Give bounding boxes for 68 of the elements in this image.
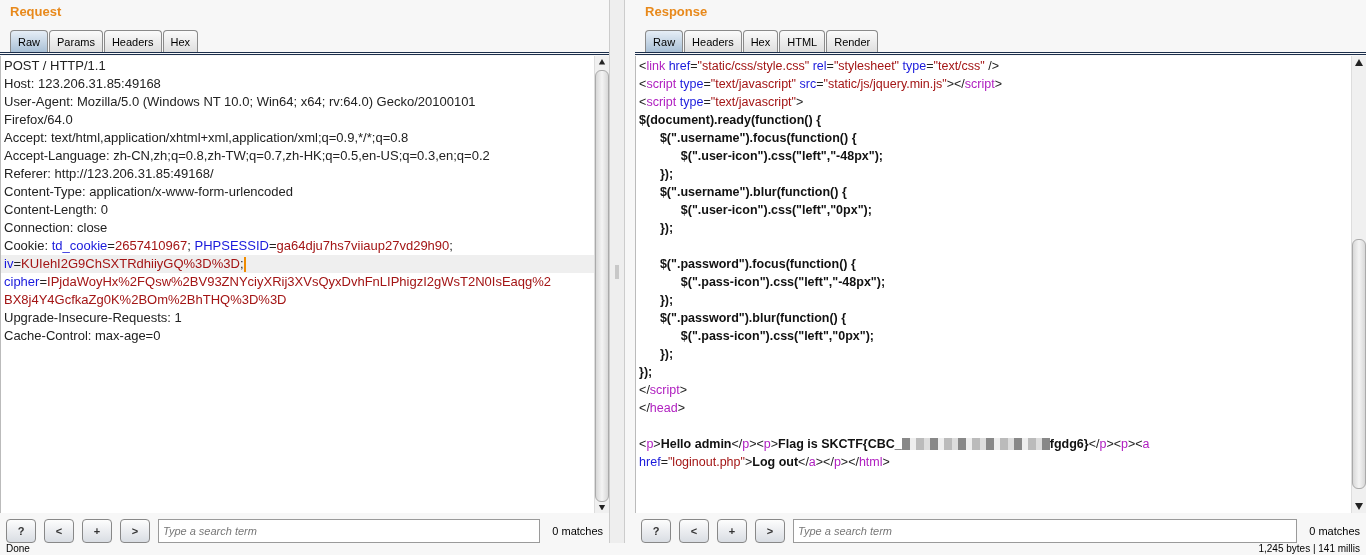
code-line: <script type="text/javascript"> (638, 94, 805, 111)
search-nav-button[interactable]: + (717, 518, 748, 543)
search-field[interactable]: Type a search term (158, 518, 541, 543)
search-nav-button[interactable]: < (679, 518, 710, 543)
code-line: href="loginout.php">Log out</a></p></html> (638, 454, 891, 471)
code-line: <p>Hello admin</p><p>Flag is SKCTF{CBC_ fgdg6}</p><p><a (638, 436, 1151, 453)
code-line: Cache-Control: max-age=0 (3, 327, 162, 345)
search-nav-button[interactable]: + (82, 518, 112, 543)
code-line: Connection: close (3, 219, 109, 237)
code-line: User-Agent: Mozilla/5.0 (Windows NT 10.0; Win64; x64; rv:64.0) Gecko/20100101 (3, 93, 477, 111)
code-line: $(".username").focus(function() { (658, 130, 858, 147)
code-line: $(".username").blur(function() { (658, 184, 848, 201)
pane-title: Response (644, 3, 709, 21)
scrollbar[interactable] (1351, 56, 1366, 513)
code-line: $(document).ready(function() { (638, 112, 823, 129)
search-field[interactable]: Type a search term (793, 518, 1298, 543)
code-line: POST / HTTP/1.1 (3, 57, 107, 75)
code-line: $(".password").focus(function() { (658, 256, 857, 273)
code-line: Content-Type: application/x-www-form-urlencoded (3, 183, 294, 201)
search-nav-button[interactable]: ? (6, 518, 36, 543)
tab[interactable]: Hex (742, 30, 779, 52)
tab[interactable]: Hex (162, 30, 199, 52)
code-line: Content-Length: 0 (3, 201, 110, 219)
pane-title: Request (9, 3, 63, 21)
match-count: 0 matches (552, 524, 604, 537)
match-count: 0 matches (1309, 524, 1360, 537)
code-line: $(".user-icon").css("left","0px"); (679, 202, 873, 219)
scroll-up-arrow-icon[interactable] (598, 59, 607, 65)
code-line: </head> (638, 400, 686, 417)
tab[interactable]: Raw (10, 30, 48, 52)
code-line: Upgrade-Insecure-Requests: 1 (3, 309, 183, 327)
code-line: }); (658, 166, 675, 183)
status-text: Done (6, 543, 30, 555)
code-line: Host: 123.206.31.85:49168 (3, 75, 162, 93)
code-line: Accept-Language: zh-CN,zh;q=0.8,zh-TW;q=0.7,zh-HK;q=0.5,en-US;q=0.3,en;q=0.2 (3, 147, 491, 165)
tab[interactable]: Headers (684, 30, 742, 52)
code-line: Cookie: td_cookie=2657410967; PHPSESSID=ga64dju7hs7viiaup27vd29h90; (3, 237, 454, 255)
scroll-down-arrow-icon[interactable] (1355, 503, 1363, 510)
code-line: Firefox/64.0 (3, 111, 74, 129)
search-nav-button[interactable]: > (120, 518, 150, 543)
code-line: }); (638, 364, 654, 381)
code-line: Accept: text/html,application/xhtml+xml,application/xml;q=0.9,*/*;q=0.8 (3, 129, 410, 147)
tab[interactable]: Params (49, 30, 103, 52)
tab[interactable]: HTML (779, 30, 826, 52)
code-line: cipher=IPjdaWoyHx%2FQsw%2BV93ZNYciyXRij3XVsQyxDvhFnLIPhigzI2gWsT2N0IsEaqg%2 (3, 273, 553, 291)
search-nav-button[interactable]: < (44, 518, 74, 543)
code-line: $(".pass-icon").css("left","-48px"); (679, 274, 887, 291)
response-stats: 1,245 bytes | 141 millis (1258, 543, 1360, 555)
code-line: <script type="text/javascript" src="static/js/jquery.min.js"></script> (638, 76, 1004, 93)
code-line: $(".user-icon").css("left","-48px"); (679, 148, 885, 165)
scroll-up-arrow-icon[interactable] (1355, 59, 1363, 66)
code-line: BX8j4Y4GcfkaZg0K%2BOm%2BhTHQ%3D%3D (3, 291, 288, 309)
code-line: <link href="static/css/style.css" rel="stylesheet" type="text/css" /> (638, 58, 1000, 75)
code-line: }); (658, 220, 675, 237)
code-line: </script> (638, 382, 689, 399)
code-line: }); (658, 346, 675, 363)
scroll-down-arrow-icon[interactable] (598, 504, 607, 510)
tab[interactable]: Render (826, 30, 879, 52)
text-cursor (243, 256, 246, 272)
scrollbar[interactable] (594, 56, 610, 513)
search-nav-button[interactable]: ? (641, 518, 672, 543)
code-line: Referer: http://123.206.31.85:49168/ (3, 165, 215, 183)
search-nav-button[interactable]: > (755, 518, 786, 543)
tab[interactable]: Headers (103, 30, 162, 52)
code-line: }); (658, 292, 675, 309)
code-line: $(".pass-icon").css("left","0px"); (679, 328, 875, 345)
tab[interactable]: Raw (645, 30, 684, 52)
code-line: $(".password").blur(function() { (658, 310, 848, 327)
